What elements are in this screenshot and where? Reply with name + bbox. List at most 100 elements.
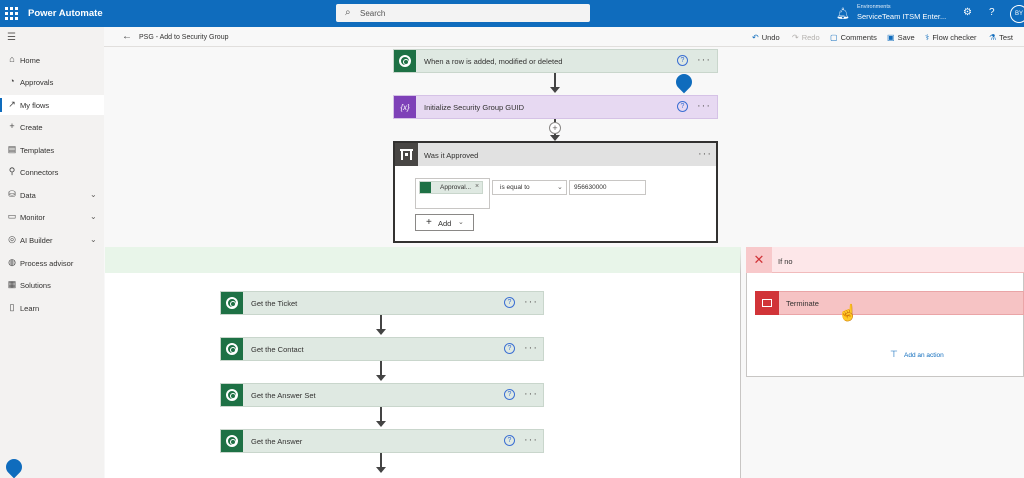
card-title: Terminate xyxy=(786,299,819,308)
sidebar-item-label: Process advisor xyxy=(20,259,74,268)
sidebar-item-label: Templates xyxy=(20,146,55,155)
back-arrow-icon[interactable]: ← xyxy=(122,31,132,42)
insert-step-button[interactable]: + xyxy=(549,122,561,134)
app-launcher-icon[interactable] xyxy=(4,6,18,20)
arrowhead xyxy=(376,375,386,381)
learn-icon: ▯ xyxy=(9,302,15,312)
sidebar-item-label: Approvals xyxy=(20,78,54,87)
connector-arrow xyxy=(554,73,556,87)
card-title: Initialize Security Group GUID xyxy=(424,103,525,112)
more-options-icon[interactable]: ··· xyxy=(524,342,538,354)
sidebar-item-ai-builder[interactable]: ◎ AI Builder ⌄ xyxy=(0,230,104,250)
environment-icon[interactable]: 🔔︎ xyxy=(836,7,850,20)
condition-title: Was it Approved xyxy=(424,151,479,160)
connector-arrow xyxy=(380,315,382,329)
more-options-icon[interactable]: ··· xyxy=(697,100,711,112)
sidebar-item-create[interactable]: + Create xyxy=(0,117,104,137)
operator-value: is equal to xyxy=(500,184,530,191)
settings-icon[interactable]: ⚙ xyxy=(963,7,972,18)
action-card[interactable]: Get the Contact ? ··· xyxy=(220,337,544,361)
help-icon[interactable]: ? xyxy=(504,389,515,400)
connector-arrow xyxy=(380,407,382,421)
save-button[interactable]: ▣ Save xyxy=(887,33,915,42)
sidebar-item-process-advisor[interactable]: ◍ Process advisor xyxy=(0,253,104,273)
dataverse-icon xyxy=(420,182,431,193)
arrowhead xyxy=(550,87,560,93)
data-icon: ⛁ xyxy=(8,189,16,199)
dataverse-icon xyxy=(221,292,243,314)
sidebar-item-my-flows[interactable]: ↗ My flows xyxy=(0,95,104,115)
sidebar-item-label: Data xyxy=(20,191,36,200)
sidebar-item-templates[interactable]: ▤ Templates xyxy=(0,140,104,160)
sidebar-item-approvals[interactable]: ◔ Approvals xyxy=(0,72,104,92)
dataverse-icon xyxy=(221,430,243,452)
chevron-down-icon: ⌄ xyxy=(458,219,464,226)
connector-arrow xyxy=(380,361,382,375)
action-card[interactable]: Get the Answer Set ? ··· xyxy=(220,383,544,407)
redo-button[interactable]: ↷ Redo xyxy=(792,33,820,42)
help-icon[interactable]: ? xyxy=(989,7,995,18)
condition-value: 956630000 xyxy=(574,184,607,191)
test-button[interactable]: ⚗ Test xyxy=(989,33,1013,42)
card-title: Get the Answer xyxy=(251,437,303,446)
hamburger-icon[interactable]: ☰ xyxy=(7,32,16,43)
sidebar-item-label: Learn xyxy=(20,304,40,313)
add-action-icon[interactable]: ⊤ xyxy=(890,349,898,360)
dynamic-content-token[interactable]: Approval... × xyxy=(419,181,483,194)
sidebar-item-data[interactable]: ⛁ Data ⌄ xyxy=(0,185,104,205)
search-icon: ⌕ xyxy=(345,7,351,18)
app-title[interactable]: Power Automate xyxy=(28,8,103,19)
help-icon[interactable]: ? xyxy=(677,101,688,112)
sidebar-item-label: Monitor xyxy=(20,213,46,222)
help-icon[interactable]: ? xyxy=(504,343,515,354)
sidebar-item-label: Connectors xyxy=(20,168,59,177)
avatar[interactable]: BY xyxy=(1010,5,1024,23)
connector-arrow xyxy=(380,453,382,467)
operator-select[interactable]: is equal to ⌄ xyxy=(492,180,567,195)
dataverse-icon xyxy=(221,384,243,406)
remove-token-icon[interactable]: × xyxy=(475,183,479,190)
help-icon[interactable]: ? xyxy=(504,297,515,308)
sidebar-item-home[interactable]: ⌂ Home xyxy=(0,50,104,70)
comments-button[interactable]: ▢ Comments xyxy=(830,33,877,42)
templates-icon: ▤ xyxy=(7,144,17,154)
sidebar-item-label: My flows xyxy=(20,101,50,110)
flow-checker-icon: ⚕ xyxy=(925,33,930,42)
action-card[interactable]: Get the Answer ? ··· xyxy=(220,429,544,453)
more-options-icon[interactable]: ··· xyxy=(524,388,538,400)
sidebar-item-solutions[interactable]: ▦ Solutions xyxy=(0,275,104,295)
add-row-button[interactable]: + Add ⌄ xyxy=(415,214,474,231)
add-label: Add xyxy=(438,219,452,228)
more-options-icon[interactable]: ··· xyxy=(524,296,538,308)
flows-icon: ↗ xyxy=(8,99,16,109)
initialize-variable-card[interactable]: {x} Initialize Security Group GUID ? ··· xyxy=(393,95,718,119)
action-card[interactable]: Get the Ticket ? ··· xyxy=(220,291,544,315)
environment-name[interactable]: ServiceTeam ITSM Enter... xyxy=(857,12,946,21)
condition-value-input[interactable]: 956630000 xyxy=(569,180,646,195)
home-icon: ⌂ xyxy=(9,54,15,64)
sidebar-item-connectors[interactable]: ⚲ Connectors xyxy=(0,162,104,182)
chevron-down-icon: ⌄ xyxy=(90,212,97,221)
add-an-action-link[interactable]: Add an action xyxy=(904,352,944,359)
more-options-icon[interactable]: ··· xyxy=(524,434,538,446)
more-options-icon[interactable]: ··· xyxy=(698,148,712,160)
sidebar-item-monitor[interactable]: ▭ Monitor ⌄ xyxy=(0,207,104,227)
card-title: Get the Ticket xyxy=(251,299,298,308)
card-title: Get the Contact xyxy=(251,345,304,354)
dataverse-icon xyxy=(394,50,416,72)
terminate-icon xyxy=(755,291,779,315)
help-icon[interactable]: ? xyxy=(504,435,515,446)
sidebar-item-label: Solutions xyxy=(20,281,51,290)
flow-checker-button[interactable]: ⚕ Flow checker xyxy=(925,33,977,42)
undo-icon: ↶ xyxy=(752,33,759,42)
arrowhead xyxy=(376,329,386,335)
help-icon[interactable]: ? xyxy=(677,55,688,66)
sidebar-item-learn[interactable]: ▯ Learn xyxy=(0,298,104,318)
trigger-card[interactable]: When a row is added, modified or deleted… xyxy=(393,49,718,73)
chevron-down-icon: ⌄ xyxy=(90,235,97,244)
condition-icon xyxy=(395,143,418,166)
undo-button[interactable]: ↶ Undo xyxy=(752,33,780,42)
more-options-icon[interactable]: ··· xyxy=(697,54,711,66)
environment-label: Environments xyxy=(857,4,891,10)
search-input[interactable]: ⌕ Search xyxy=(336,4,590,22)
